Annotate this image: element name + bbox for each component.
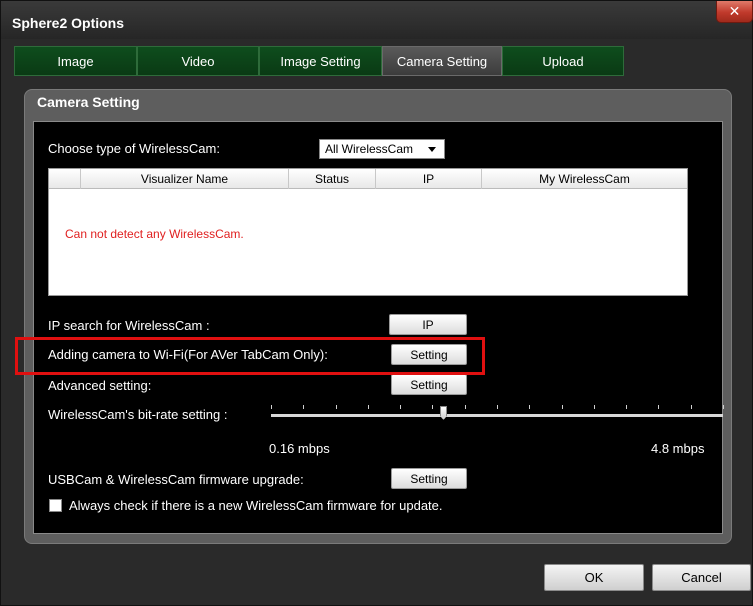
auto-check-checkbox[interactable] [49,499,62,512]
slider-tick [529,405,530,409]
title-bar: Sphere2 Options ✕ [1,1,753,39]
bitrate-slider-thumb[interactable] [440,406,447,420]
tab-image-setting[interactable]: Image Setting [259,46,382,76]
tab-upload[interactable]: Upload [502,46,624,76]
panel-title: Camera Setting [37,94,140,110]
highlight-box [15,337,485,375]
slider-tick [626,405,627,409]
settings-content: Choose type of WirelessCam: All Wireless… [33,121,724,534]
ip-search-label: IP search for WirelessCam : [48,318,210,333]
cancel-button[interactable]: Cancel [652,564,751,591]
table-header-blank [49,169,81,189]
close-icon: ✕ [728,3,741,20]
wirelesscam-table: Visualizer Name Status IP My WirelessCam… [48,168,688,296]
table-header: Visualizer Name Status IP My WirelessCam [49,169,687,189]
tab-image[interactable]: Image [14,46,137,76]
slider-tick [303,405,304,409]
column-my-wirelesscam[interactable]: My WirelessCam [482,169,687,189]
advanced-setting-label: Advanced setting: [48,378,152,393]
bitrate-max-label: 4.8 mbps [651,441,705,456]
camera-type-label: Choose type of WirelessCam: [48,141,220,156]
auto-check-label: Always check if there is a new WirelessC… [69,498,443,513]
window-title: Sphere2 Options [12,15,125,31]
ip-search-button[interactable]: IP [389,314,467,335]
advanced-setting-button[interactable]: Setting [391,374,467,395]
close-button[interactable]: ✕ [716,1,753,23]
bitrate-min-label: 0.16 mbps [269,441,330,456]
slider-tick [368,405,369,409]
camera-type-dropdown[interactable]: All WirelessCam [319,139,445,159]
slider-tick [691,405,692,409]
slider-tick [400,405,401,409]
slider-tick [271,405,272,409]
column-ip[interactable]: IP [376,169,482,189]
no-camera-message: Can not detect any WirelessCam. [65,227,244,241]
bitrate-label: WirelessCam's bit-rate setting : [48,407,228,422]
tab-video[interactable]: Video [137,46,259,76]
camera-setting-panel: Camera Setting Choose type of WirelessCa… [24,89,732,544]
camera-type-selected: All WirelessCam [325,142,414,156]
column-visualizer-name[interactable]: Visualizer Name [81,169,289,189]
slider-tick [336,405,337,409]
bitrate-slider-track[interactable] [271,414,723,417]
firmware-upgrade-label: USBCam & WirelessCam firmware upgrade: [48,472,304,487]
dropdown-arrow-icon [428,147,436,152]
slider-tick [562,405,563,409]
tab-bar: Image Video Image Setting Camera Setting… [14,46,744,76]
slider-tick [723,405,724,409]
slider-tick [465,405,466,409]
tab-camera-setting[interactable]: Camera Setting [382,46,502,76]
ok-button[interactable]: OK [544,564,644,591]
slider-tick [594,405,595,409]
options-window: Sphere2 Options ✕ Image Video Image Sett… [0,0,753,606]
slider-tick [497,405,498,409]
slider-tick [658,405,659,409]
slider-tick [432,405,433,409]
firmware-upgrade-button[interactable]: Setting [391,468,467,489]
column-status[interactable]: Status [289,169,376,189]
